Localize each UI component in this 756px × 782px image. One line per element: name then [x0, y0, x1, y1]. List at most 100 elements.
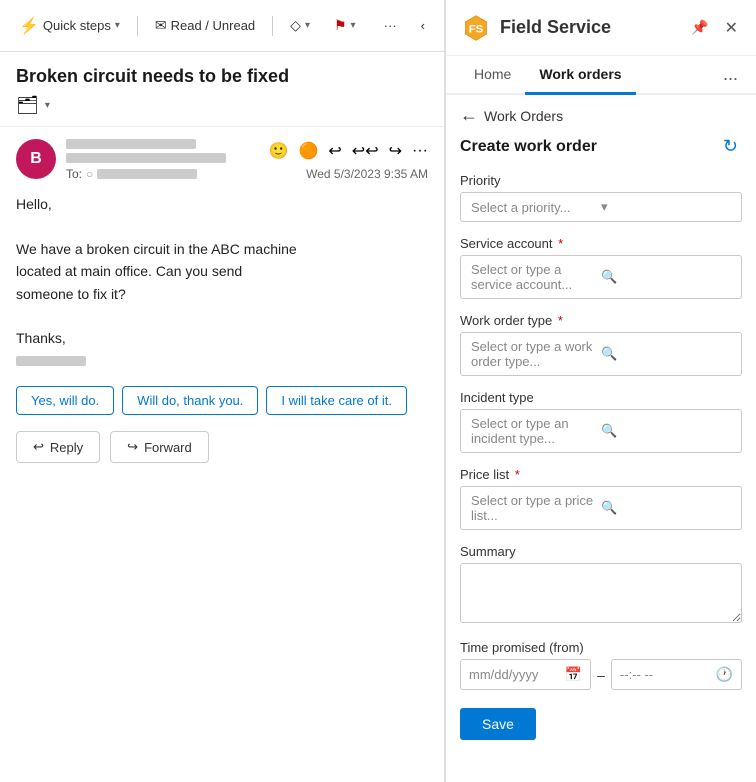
email-meta: B 🙂 🟠 ↩ ↩↩ ↪ ···	[16, 139, 428, 181]
sender-email	[66, 153, 226, 163]
hex-svg: FS	[462, 14, 490, 42]
calendar-icon: 📅	[565, 666, 582, 683]
email-content: Hello, We have a broken circuit in the A…	[16, 193, 428, 372]
email-header-icons: 🗂 ▾	[16, 95, 428, 116]
flag-color-button[interactable]: ⚑ ▾	[325, 12, 365, 39]
quick-reply-3[interactable]: I will take care of it.	[266, 386, 407, 415]
summary-textarea[interactable]	[460, 563, 742, 623]
summary-field: Summary	[460, 544, 742, 626]
tag-chevron: ▾	[305, 20, 310, 31]
archive-chevron[interactable]: ▾	[45, 100, 50, 111]
divider-1	[137, 16, 138, 36]
envelope-icon: ✉	[155, 17, 167, 34]
work-order-type-select[interactable]: Select or type a work order type... 🔍	[460, 332, 742, 376]
divider-2	[272, 16, 273, 36]
close-button[interactable]: ✕	[721, 16, 742, 40]
field-service-icon: FS	[460, 12, 492, 44]
to-circle: ○	[86, 167, 93, 181]
rp-header: FS Field Service 📌 ✕	[446, 0, 756, 56]
service-account-required: *	[558, 236, 563, 251]
reply-all-icon[interactable]: ↩↩	[352, 141, 379, 161]
to-address	[97, 169, 197, 179]
email-meta-info: 🙂 🟠 ↩ ↩↩ ↪ ··· To: ○ Wed 5/3/2023 9:35 A…	[66, 139, 428, 181]
tag-icon: ◇	[290, 17, 301, 34]
date-input[interactable]: mm/dd/yyyy 📅	[460, 659, 591, 690]
greeting: Hello,	[16, 193, 428, 215]
quick-steps-label: Quick steps	[43, 18, 111, 33]
email-header: Broken circuit needs to be fixed 🗂 ▾	[0, 52, 444, 127]
work-order-type-search-icon: 🔍	[601, 346, 731, 362]
pin-icon: 📌	[691, 19, 708, 35]
forward-arrow-icon: ↪	[127, 439, 138, 455]
work-order-type-required: *	[558, 313, 563, 328]
thanks: Thanks,	[16, 327, 428, 349]
flag-chevron: ▾	[351, 20, 356, 31]
email-to-row: To: ○ Wed 5/3/2023 9:35 AM	[66, 167, 428, 181]
sender-sign	[16, 356, 86, 366]
action-buttons: ↩ Reply ↪ Forward	[16, 431, 428, 463]
rp-title: Field Service	[500, 17, 679, 38]
time-placeholder: --:-- --	[620, 667, 653, 682]
forward-label: Forward	[144, 440, 192, 455]
price-list-placeholder: Select or type a price list...	[471, 493, 601, 523]
save-button[interactable]: Save	[460, 708, 536, 740]
time-promised-field: Time promised (from) mm/dd/yyyy 📅 – --:-…	[460, 640, 742, 690]
incident-type-select[interactable]: Select or type an incident type... 🔍	[460, 409, 742, 453]
back-label: Work Orders	[484, 108, 563, 124]
refresh-button[interactable]: ↻	[719, 134, 742, 159]
service-account-select[interactable]: Select or type a service account... 🔍	[460, 255, 742, 299]
reply-button[interactable]: ↩ Reply	[16, 431, 100, 463]
save-btn-row: Save	[460, 708, 742, 740]
clock-icon: 🕐	[716, 666, 733, 683]
time-dash: –	[597, 667, 605, 683]
reply-icon[interactable]: ↩	[328, 141, 341, 161]
rp-tabs: Home Work orders ...	[446, 56, 756, 95]
toolbar: ⚡ Quick steps ▾ ✉ Read / Unread ◇ ▾ ⚑ ▾ …	[0, 0, 444, 52]
more-actions-button[interactable]: ···	[375, 13, 406, 38]
incident-type-field: Incident type Select or type an incident…	[460, 390, 742, 453]
tab-home[interactable]: Home	[460, 56, 525, 95]
priority-placeholder: Select a priority...	[471, 200, 601, 215]
refresh-icon: ↻	[723, 136, 738, 156]
close-icon: ✕	[725, 20, 738, 37]
archive-icon[interactable]: 🗂	[16, 95, 39, 116]
forward-icon-meta[interactable]: ↪	[389, 141, 402, 161]
body-line3: someone to fix it?	[16, 283, 428, 305]
sender-info	[66, 139, 226, 163]
quick-reply-1[interactable]: Yes, will do.	[16, 386, 114, 415]
price-list-search-icon: 🔍	[601, 500, 731, 516]
time-input[interactable]: --:-- -- 🕐	[611, 659, 742, 690]
incident-type-search-icon: 🔍	[601, 423, 731, 439]
read-unread-label: Read / Unread	[171, 18, 256, 33]
emoji-icon[interactable]: 🙂	[269, 141, 289, 161]
price-list-select[interactable]: Select or type a price list... 🔍	[460, 486, 742, 530]
work-order-type-label: Work order type *	[460, 313, 742, 328]
quick-replies: Yes, will do. Will do, thank you. I will…	[16, 386, 428, 415]
badge-icon: 🟠	[298, 141, 318, 161]
back-arrow-icon: ←	[460, 105, 478, 126]
quick-reply-2[interactable]: Will do, thank you.	[122, 386, 258, 415]
more-email-icon[interactable]: ···	[412, 142, 428, 160]
email-meta-icons: 🙂 🟠 ↩ ↩↩ ↪ ···	[269, 141, 428, 161]
forward-button[interactable]: ↪ Forward	[110, 431, 209, 463]
pin-button[interactable]: 📌	[687, 17, 712, 39]
service-account-placeholder: Select or type a service account...	[471, 262, 601, 292]
collapse-button[interactable]: ‹	[412, 13, 434, 38]
flag-icon: ⚑	[334, 17, 347, 34]
quick-steps-button[interactable]: ⚡ Quick steps ▾	[10, 11, 129, 41]
priority-select[interactable]: Select a priority... ▾	[460, 192, 742, 222]
priority-label: Priority	[460, 173, 742, 188]
reply-label: Reply	[50, 440, 83, 455]
read-unread-button[interactable]: ✉ Read / Unread	[146, 12, 264, 39]
service-account-label: Service account *	[460, 236, 742, 251]
back-row[interactable]: ← Work Orders	[460, 105, 742, 126]
tab-work-orders[interactable]: Work orders	[525, 56, 635, 95]
price-list-label: Price list *	[460, 467, 742, 482]
incident-type-label: Incident type	[460, 390, 742, 405]
rp-header-icons: 📌 ✕	[687, 16, 742, 40]
rp-body: ← Work Orders Create work order ↻ Priori…	[446, 95, 756, 782]
more-icon: ···	[384, 18, 397, 33]
flag-button[interactable]: ◇ ▾	[281, 12, 319, 39]
email-subject: Broken circuit needs to be fixed	[16, 66, 428, 87]
tabs-more-button[interactable]: ...	[719, 56, 742, 93]
